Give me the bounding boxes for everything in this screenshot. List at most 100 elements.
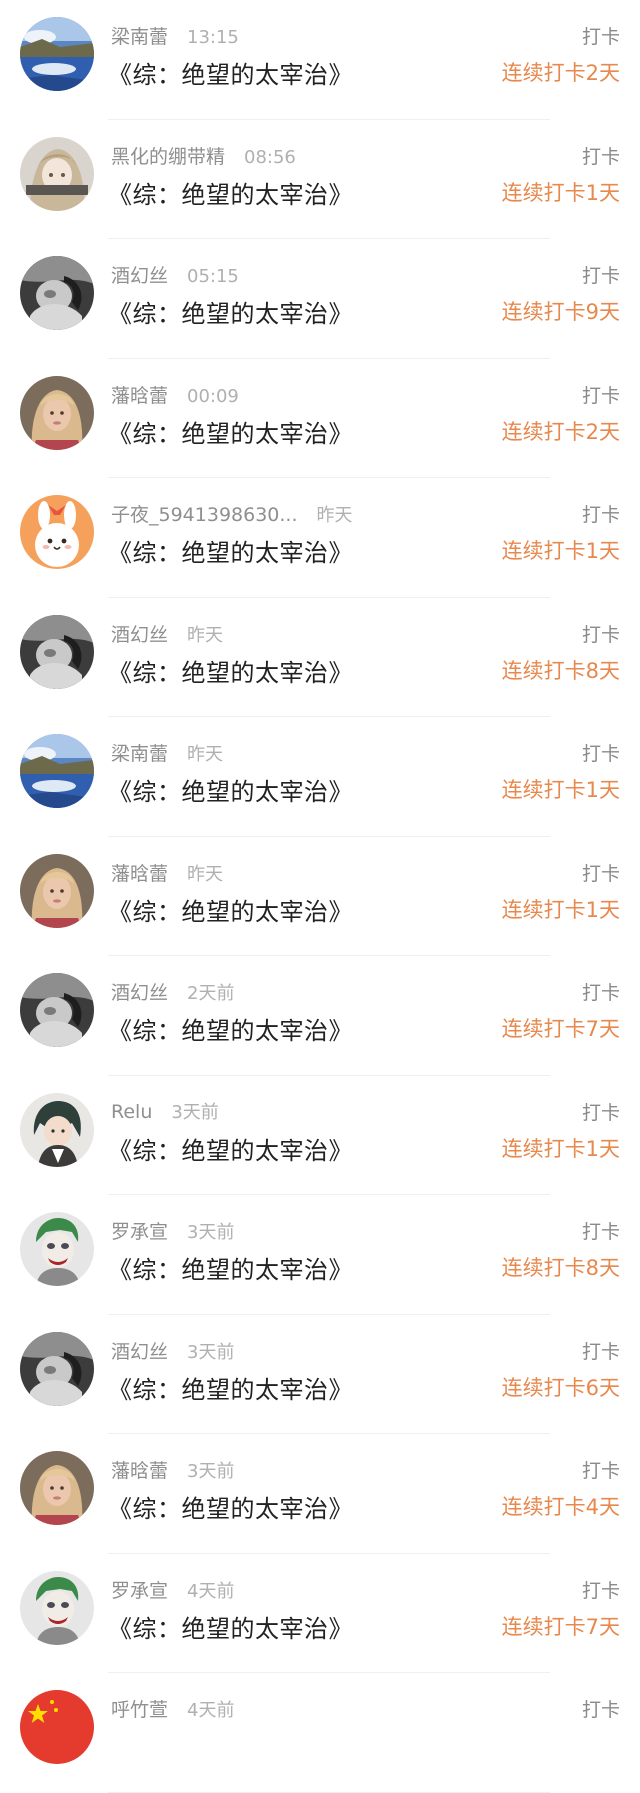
streak-count: 连续打卡1天 [501, 539, 620, 563]
checkin-label: 打卡 [581, 1101, 620, 1124]
lake-photo-avatar[interactable] [20, 734, 94, 808]
checkin-label: 打卡 [581, 504, 620, 526]
post-time: 昨天 [187, 624, 224, 646]
post-time: 3天前 [171, 1101, 219, 1123]
user-name[interactable]: 罗承宣 [111, 1217, 168, 1244]
joker-avatar[interactable] [20, 1570, 94, 1645]
checkin-row[interactable]: 酒幻丝 3天前 《综：绝望的太宰治》 打卡 连续打卡6天 [0, 1315, 640, 1434]
checkin-label: 打卡 [581, 145, 620, 168]
user-name[interactable]: 梁南蕾 [111, 739, 168, 766]
book-title[interactable]: 《综：绝望的太宰治》 [108, 1609, 353, 1644]
bw-portrait-avatar[interactable] [20, 1331, 94, 1406]
streak-count: 连续打卡8天 [501, 658, 620, 683]
book-title[interactable]: 《综：绝望的太宰治》 [108, 175, 353, 210]
post-time: 4天前 [187, 1700, 235, 1721]
user-name[interactable]: 藩晗蕾 [111, 859, 168, 886]
checkin-label: 打卡 [581, 862, 620, 885]
user-name[interactable]: 酒幻丝 [111, 978, 168, 1005]
book-title[interactable]: 《综：绝望的太宰治》 [108, 1250, 353, 1285]
bw-portrait-avatar[interactable] [20, 256, 94, 330]
bw-portrait-avatar[interactable] [20, 973, 94, 1047]
blonde-girl-avatar[interactable] [20, 1451, 94, 1525]
checkin-label: 打卡 [581, 26, 620, 48]
checkin-row[interactable]: 藩晗蕾 昨天《综：绝望的太宰治》 打卡连续打卡1天 [0, 837, 640, 956]
checkin-row[interactable]: 梁南蕾 13:15 《综：绝望的太宰治》 打卡连续打卡2天 [0, 0, 640, 120]
checkin-row[interactable]: 黑化的绷带精 08:56 《综：绝望的太宰治》 打卡连续打卡1天 [0, 120, 640, 239]
streak-count: 连续打卡1天 [501, 1136, 620, 1161]
anime-boy-avatar[interactable] [20, 1092, 94, 1167]
streak-count: 连续打卡1天 [501, 778, 620, 802]
checkin-row[interactable]: Relu 3天前《综：绝望的太宰治》 打卡连续打卡1天 [0, 1076, 640, 1195]
post-time: 4天前 [187, 1580, 235, 1602]
streak-count: 连续打卡7天 [501, 1017, 620, 1041]
cartoon-bunny-avatar[interactable] [20, 495, 94, 569]
user-name[interactable]: 呼竹萱 [111, 1695, 168, 1722]
user-name[interactable]: 藩晗蕾 [111, 381, 168, 408]
post-time: 昨天 [187, 863, 224, 885]
post-time: 08:56 [244, 146, 296, 168]
book-title[interactable]: 《综：绝望的太宰治》 [108, 892, 353, 927]
checkin-row[interactable]: 酒幻丝 2天前《综：绝望的太宰治》 打卡连续打卡7天 [0, 956, 640, 1076]
book-title[interactable]: 《综：绝望的太宰治》 [108, 55, 353, 90]
book-title[interactable]: 《综：绝望的太宰治》 [108, 1011, 353, 1046]
book-title[interactable]: 《综：绝望的太宰治》 [108, 1131, 353, 1166]
user-name[interactable]: Relu [111, 1101, 152, 1123]
post-time: 3天前 [187, 1341, 235, 1363]
checkin-row[interactable]: 呼竹萱 4天前 打卡 [0, 1673, 640, 1793]
streak-count: 连续打卡4天 [501, 1495, 620, 1519]
checkin-label: 打卡 [581, 1221, 620, 1243]
streak-count: 连续打卡6天 [501, 1375, 620, 1400]
post-time: 昨天 [316, 505, 353, 526]
checkin-row[interactable]: 藩晗蕾 3天前 《综：绝望的太宰治》 打卡 连续打卡4天 [0, 1434, 640, 1554]
book-title[interactable]: 《综：绝望的太宰治》 [108, 294, 353, 329]
post-time: 00:09 [187, 385, 239, 407]
book-title[interactable]: 《综：绝望的太宰治》 [108, 414, 353, 449]
checkin-label: 打卡 [581, 1579, 620, 1602]
checkin-label: 打卡 [581, 982, 620, 1004]
user-name[interactable]: 酒幻丝 [111, 620, 168, 647]
checkin-row[interactable]: 梁南蕾 昨天《综：绝望的太宰治》 打卡连续打卡1天 [0, 717, 640, 837]
streak-count: 连续打卡1天 [501, 180, 620, 205]
anime-girl-avatar[interactable] [20, 136, 94, 211]
post-time: 2天前 [187, 983, 235, 1004]
checkin-row[interactable]: 酒幻丝 05:15 《综：绝望的太宰治》 打卡连续打卡9天 [0, 239, 640, 359]
user-name[interactable]: 酒幻丝 [111, 261, 168, 288]
streak-count: 连续打卡2天 [501, 61, 620, 85]
book-title[interactable]: 《综：绝望的太宰治》 [108, 533, 353, 568]
post-time: 13:15 [187, 27, 239, 48]
checkin-label: 打卡 [581, 623, 620, 646]
checkin-row[interactable]: 罗承宣 4天前 《综：绝望的太宰治》 打卡 连续打卡7天 [0, 1554, 640, 1673]
user-name[interactable]: 梁南蕾 [111, 22, 168, 49]
book-title[interactable]: 《综：绝望的太宰治》 [108, 1370, 353, 1405]
post-time: 05:15 [187, 266, 239, 287]
checkin-row[interactable]: 酒幻丝 昨天《综：绝望的太宰治》 打卡连续打卡8天 [0, 598, 640, 717]
book-title[interactable]: 《综：绝望的太宰治》 [108, 653, 353, 688]
user-name[interactable]: 罗承宣 [111, 1576, 168, 1603]
flag-avatar[interactable] [20, 1690, 94, 1764]
checkin-label: 打卡 [581, 265, 620, 287]
post-time: 3天前 [187, 1461, 235, 1482]
checkin-label: 打卡 [581, 743, 620, 765]
streak-count: 连续打卡9天 [501, 300, 620, 324]
checkin-label: 打卡 [581, 384, 620, 407]
post-time: 3天前 [187, 1222, 235, 1243]
blonde-girl-avatar[interactable] [20, 375, 94, 450]
lake-photo-avatar[interactable] [20, 17, 94, 91]
checkin-row[interactable]: 子夜_5941398630... 昨天《综：绝望的太宰治》 打卡连续打卡1天 [0, 478, 640, 598]
user-name[interactable]: 子夜_5941398630... [111, 500, 298, 527]
post-time: 昨天 [187, 744, 224, 765]
streak-count: 连续打卡2天 [501, 419, 620, 444]
checkin-row[interactable]: 藩晗蕾 00:09 《综：绝望的太宰治》 打卡连续打卡2天 [0, 359, 640, 478]
joker-avatar[interactable] [20, 1212, 94, 1286]
book-title[interactable]: 《综：绝望的太宰治》 [108, 772, 353, 807]
streak-count: 连续打卡1天 [501, 897, 620, 922]
user-name[interactable]: 酒幻丝 [111, 1337, 168, 1364]
streak-count: 连续打卡8天 [501, 1256, 620, 1280]
user-name[interactable]: 藩晗蕾 [111, 1456, 168, 1483]
checkin-row[interactable]: 罗承宣 3天前《综：绝望的太宰治》 打卡连续打卡8天 [0, 1195, 640, 1315]
user-name[interactable]: 黑化的绷带精 [111, 142, 225, 169]
bw-portrait-avatar[interactable] [20, 614, 94, 689]
row-divider [108, 1791, 550, 1793]
book-title[interactable]: 《综：绝望的太宰治》 [108, 1489, 353, 1524]
blonde-girl-avatar[interactable] [20, 853, 94, 928]
